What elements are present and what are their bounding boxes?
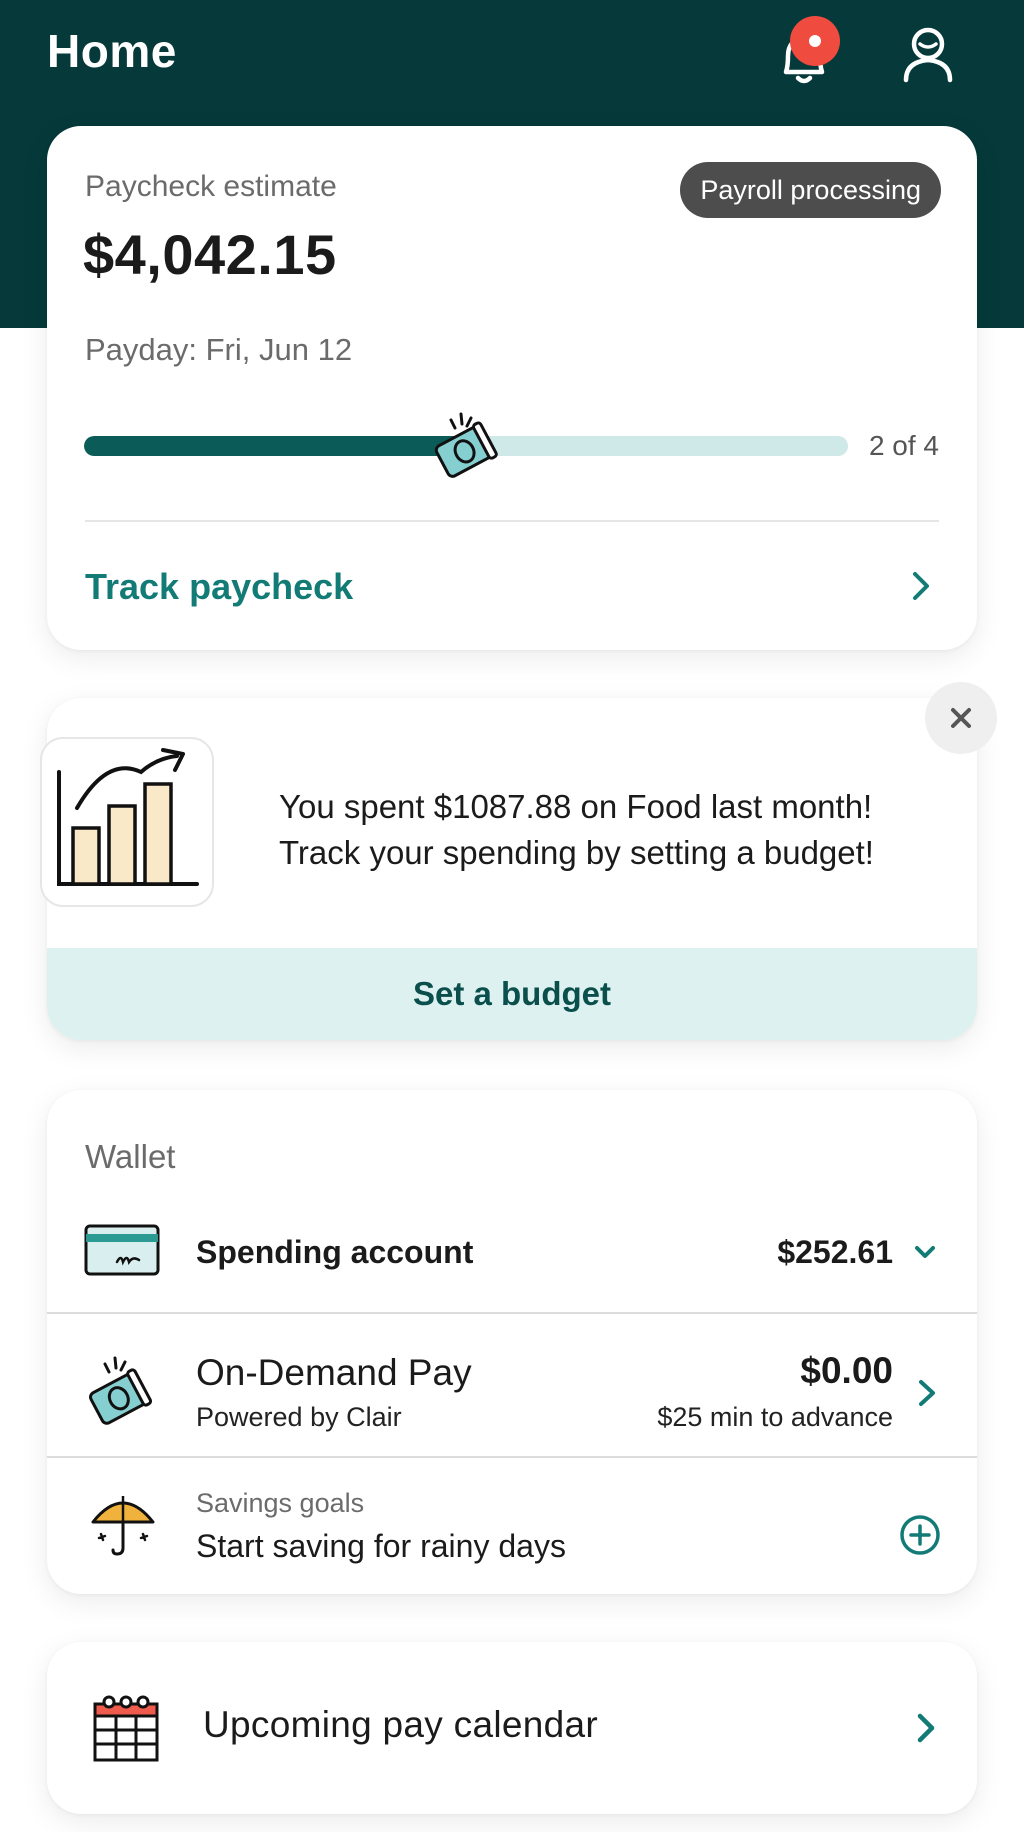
- pay-calendar-card[interactable]: Upcoming pay calendar: [47, 1642, 977, 1814]
- money-icon: [89, 1356, 153, 1425]
- chevron-down-icon: [915, 1246, 935, 1258]
- progress-count: 2 of 4: [868, 430, 939, 461]
- on-demand-pay-minimum: $25 min to advance: [657, 1402, 893, 1432]
- money-icon: [425, 406, 505, 486]
- on-demand-pay-row[interactable]: On-Demand Pay Powered by Clair $0.00 $25…: [47, 1314, 977, 1456]
- chevron-right-icon: [919, 1380, 935, 1406]
- spending-account-label: Spending account: [196, 1234, 474, 1270]
- paycheck-amount: $4,042.15: [83, 223, 337, 286]
- budget-message: You spent $1087.88 on Food last month! T…: [279, 788, 874, 871]
- wallet-card: Wallet Spending account $252.61 On-Deman…: [47, 1090, 977, 1594]
- paycheck-card: Paycheck estimate $4,042.15 Payroll proc…: [47, 126, 977, 650]
- progress-fill: [84, 436, 466, 456]
- close-icon: [951, 708, 971, 728]
- debit-card-icon: [84, 1224, 160, 1276]
- savings-goals-row[interactable]: Savings goals Start saving for rainy day…: [47, 1458, 977, 1594]
- chevron-right-icon: [917, 1713, 935, 1743]
- add-circle-icon[interactable]: [899, 1514, 941, 1556]
- calendar-icon: [93, 1695, 159, 1762]
- budget-promo-card: You spent $1087.88 on Food last month! T…: [40, 682, 997, 1040]
- savings-goals-label: Start saving for rainy days: [196, 1528, 566, 1564]
- chevron-right-icon: [913, 572, 929, 600]
- set-budget-button[interactable]: Set a budget: [47, 948, 977, 1040]
- track-paycheck-label: Track paycheck: [85, 566, 354, 607]
- wallet-title: Wallet: [85, 1138, 176, 1175]
- spending-account-row[interactable]: Spending account $252.61: [47, 1202, 977, 1302]
- spending-account-balance: $252.61: [777, 1234, 893, 1270]
- status-badge: Payroll processing: [680, 162, 941, 218]
- track-paycheck-link[interactable]: Track paycheck: [47, 522, 977, 650]
- on-demand-pay-label: On-Demand Pay: [196, 1352, 472, 1393]
- profile-button[interactable]: [900, 24, 956, 84]
- on-demand-pay-provider: Powered by Clair: [196, 1402, 402, 1432]
- bar-chart-illustration: [37, 734, 217, 910]
- paycheck-estimate-label: Paycheck estimate: [85, 170, 337, 203]
- umbrella-icon: [91, 1496, 155, 1556]
- page-title: Home: [47, 25, 177, 77]
- on-demand-pay-amount: $0.00: [800, 1350, 893, 1391]
- pay-calendar-label: Upcoming pay calendar: [203, 1704, 599, 1745]
- payday-date: Payday: Fri, Jun 12: [85, 332, 353, 367]
- dismiss-button[interactable]: [925, 682, 997, 754]
- notification-badge: [790, 16, 840, 66]
- savings-goals-caption: Savings goals: [196, 1488, 365, 1518]
- user-icon: [903, 27, 953, 83]
